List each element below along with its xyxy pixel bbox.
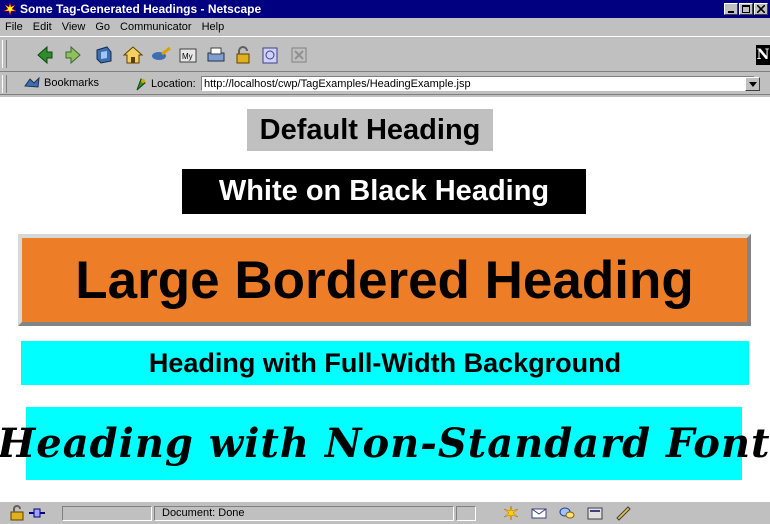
close-button[interactable] [754, 3, 768, 15]
toolbar-grip[interactable] [2, 40, 7, 68]
location-icon[interactable] [134, 77, 148, 91]
stop-icon[interactable] [288, 44, 310, 66]
menu-edit[interactable]: Edit [28, 21, 57, 33]
discussion-icon[interactable] [558, 505, 576, 521]
page-content: Default Heading White on Black Heading L… [0, 97, 770, 502]
edit-icon[interactable] [614, 505, 632, 521]
mail-icon[interactable] [530, 505, 548, 521]
menu-file[interactable]: File [0, 21, 28, 33]
print-icon[interactable] [205, 44, 227, 66]
bookmarks-button[interactable]: Bookmarks [24, 77, 99, 89]
menu-view[interactable]: View [57, 21, 91, 33]
menu-go[interactable]: Go [90, 21, 115, 33]
status-text: Document: Done [162, 507, 245, 519]
status-bar: Document: Done [0, 503, 770, 523]
forward-icon[interactable] [63, 44, 85, 66]
location-label-group: Location: [134, 77, 196, 91]
location-bar: Bookmarks Location: http://localhost/cwp… [0, 73, 770, 95]
connection-icon[interactable] [28, 505, 46, 521]
menu-communicator[interactable]: Communicator [115, 21, 197, 33]
full-width-heading: Heading with Full-Width Background [21, 341, 749, 385]
back-icon[interactable] [33, 44, 55, 66]
locbar-grip[interactable] [2, 75, 7, 93]
maximize-button[interactable] [739, 3, 753, 15]
shop-icon[interactable] [259, 44, 281, 66]
security-status-icon[interactable] [8, 505, 26, 521]
chevron-down-icon [748, 81, 757, 87]
reload-icon[interactable] [93, 44, 115, 66]
home-icon[interactable] [122, 44, 144, 66]
my-netscape-icon[interactable]: My [177, 44, 199, 66]
bookmarks-label: Bookmarks [44, 77, 100, 89]
location-label: Location: [151, 78, 196, 90]
url-dropdown-button[interactable] [745, 77, 760, 91]
search-icon[interactable] [150, 44, 172, 66]
menu-help[interactable]: Help [197, 21, 230, 33]
window-title: Some Tag-Generated Headings - Netscape [20, 2, 262, 16]
navigator-icon[interactable] [502, 505, 520, 521]
status-spacer-panel [456, 506, 476, 521]
minimize-button[interactable] [724, 3, 738, 15]
netscape-icon [3, 2, 17, 16]
svg-text:My: My [182, 52, 193, 61]
url-input[interactable]: http://localhost/cwp/TagExamples/Heading… [201, 76, 755, 91]
white-on-black-heading: White on Black Heading [182, 169, 586, 214]
non-standard-font-heading: Heading with Non-Standard Font [0, 407, 770, 480]
menu-bar: File Edit View Go Communicator Help [0, 18, 770, 35]
default-heading: Default Heading [247, 109, 493, 151]
large-bordered-heading: Large Bordered Heading [18, 234, 751, 326]
security-icon[interactable] [232, 44, 254, 66]
netscape-logo[interactable]: N [756, 45, 770, 65]
progress-panel [62, 506, 152, 521]
composer-icon[interactable] [586, 505, 604, 521]
navigation-toolbar: My N [0, 36, 770, 72]
bookmarks-icon [24, 77, 40, 89]
title-bar: Some Tag-Generated Headings - Netscape [0, 0, 770, 18]
